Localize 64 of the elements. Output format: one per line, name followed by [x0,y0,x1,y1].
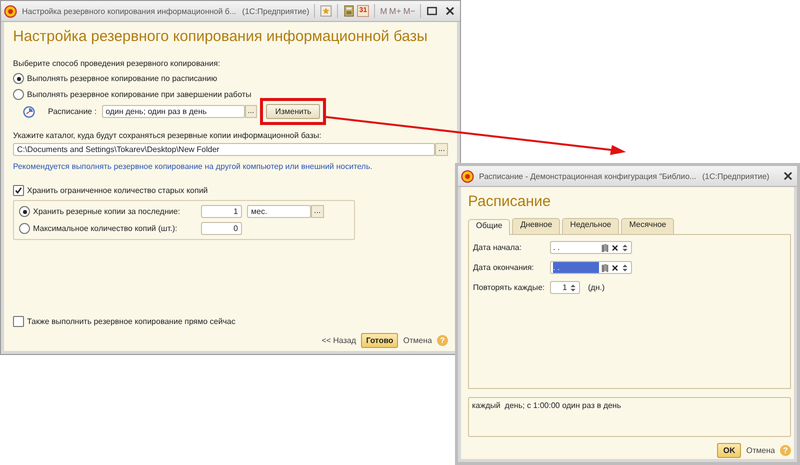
spin-icon[interactable] [621,242,629,252]
select-button[interactable]: ... [244,105,258,118]
field-label: Дата окончания: [473,263,535,272]
ok-button[interactable]: OK [717,443,742,458]
radio-button[interactable] [19,206,30,217]
date-value: . . [553,262,599,273]
form-heading: Расписание [468,193,552,210]
tab[interactable]: Месячное [621,218,674,234]
close-icon[interactable] [444,5,456,17]
clear-icon[interactable] [611,242,619,252]
checkbox[interactable] [13,316,24,327]
app-name: (1С:Предприятие) [242,6,310,16]
method-label: Выберите способ проведения резервного копирования: [13,59,222,68]
close-icon[interactable] [782,170,794,182]
number-field[interactable]: 1 [550,281,580,294]
back-button[interactable]: << Назад [322,336,356,345]
radio-button[interactable] [13,73,24,84]
tab[interactable]: Дневное [512,218,560,234]
window-title: Расписание - Демонстрационная конфигурация "Библио... [479,172,696,180]
app-logo-icon [461,170,474,182]
cancel-button[interactable]: Отмена [746,446,775,455]
done-button[interactable]: Готово [361,333,398,348]
tab[interactable]: Общие [468,219,510,235]
radio-label[interactable]: Максимальное количество копий (шт.): [33,224,198,233]
checkbox-label[interactable]: Хранить ограниченное количество старых копий [27,186,208,195]
radio-label[interactable]: Хранить резерные копии за последние: [33,207,198,216]
maximize-icon[interactable] [426,5,438,17]
date-value: . . [553,242,561,253]
cancel-button[interactable]: Отмена [403,336,432,345]
change-button[interactable]: Изменить [266,104,320,119]
radio-label[interactable]: Выполнять резервное копирование по расписанию [27,74,218,83]
recommendation-text: Рекомендуется выполнять резервное копирование на другой компьютер или внешний носитель. [13,162,374,171]
unit-field[interactable]: мес. [247,205,311,218]
app-name: (1С:Предприятие) [702,172,770,180]
app-logo-icon [4,4,17,18]
calendar-icon[interactable] [601,242,609,252]
calculator-icon[interactable] [343,5,356,17]
checkbox[interactable] [13,185,24,196]
date-field[interactable]: . . [550,261,632,274]
directory-label: Укажите каталог, куда будут сохраняться резервные копии информационной базы: [13,131,322,140]
schedule-summary: каждый день; с 1:00:00 один раз в день [468,397,791,437]
form-heading: Настройка резервного копирования информационной базы [13,28,429,45]
date-field[interactable]: . . [550,241,632,254]
spin-icon[interactable] [621,262,629,272]
clear-icon[interactable] [611,262,619,272]
directory-field[interactable]: C:\Documents and Settings\Tokarev\Desktop\New Folder [13,143,436,156]
radio-button[interactable] [13,89,24,100]
tab[interactable]: Недельное [562,218,620,234]
checkbox-label[interactable]: Также выполнить резервное копирование прямо сейчас [27,317,236,326]
select-button[interactable]: ... [311,205,324,218]
unit-label: (дн.) [588,283,605,292]
spin-icon[interactable] [569,282,577,292]
calendar-icon[interactable] [601,262,609,272]
field-label: Повторять каждые: [473,283,546,292]
radio-label[interactable]: Выполнять резервное копирование при завершении работы [27,90,252,99]
radio-button[interactable] [19,223,30,234]
schedule-label: Расписание : [48,107,97,116]
number-field[interactable]: 1 [201,205,242,218]
browse-button[interactable]: ... [435,143,448,156]
number-field[interactable]: 0 [201,222,242,235]
field-label: Дата начала: [473,243,523,252]
window-title: Настройка резервного копирования информационной б... [22,6,236,16]
clock-icon [23,106,35,118]
schedule-field[interactable]: один день; один раз в день [102,105,245,118]
